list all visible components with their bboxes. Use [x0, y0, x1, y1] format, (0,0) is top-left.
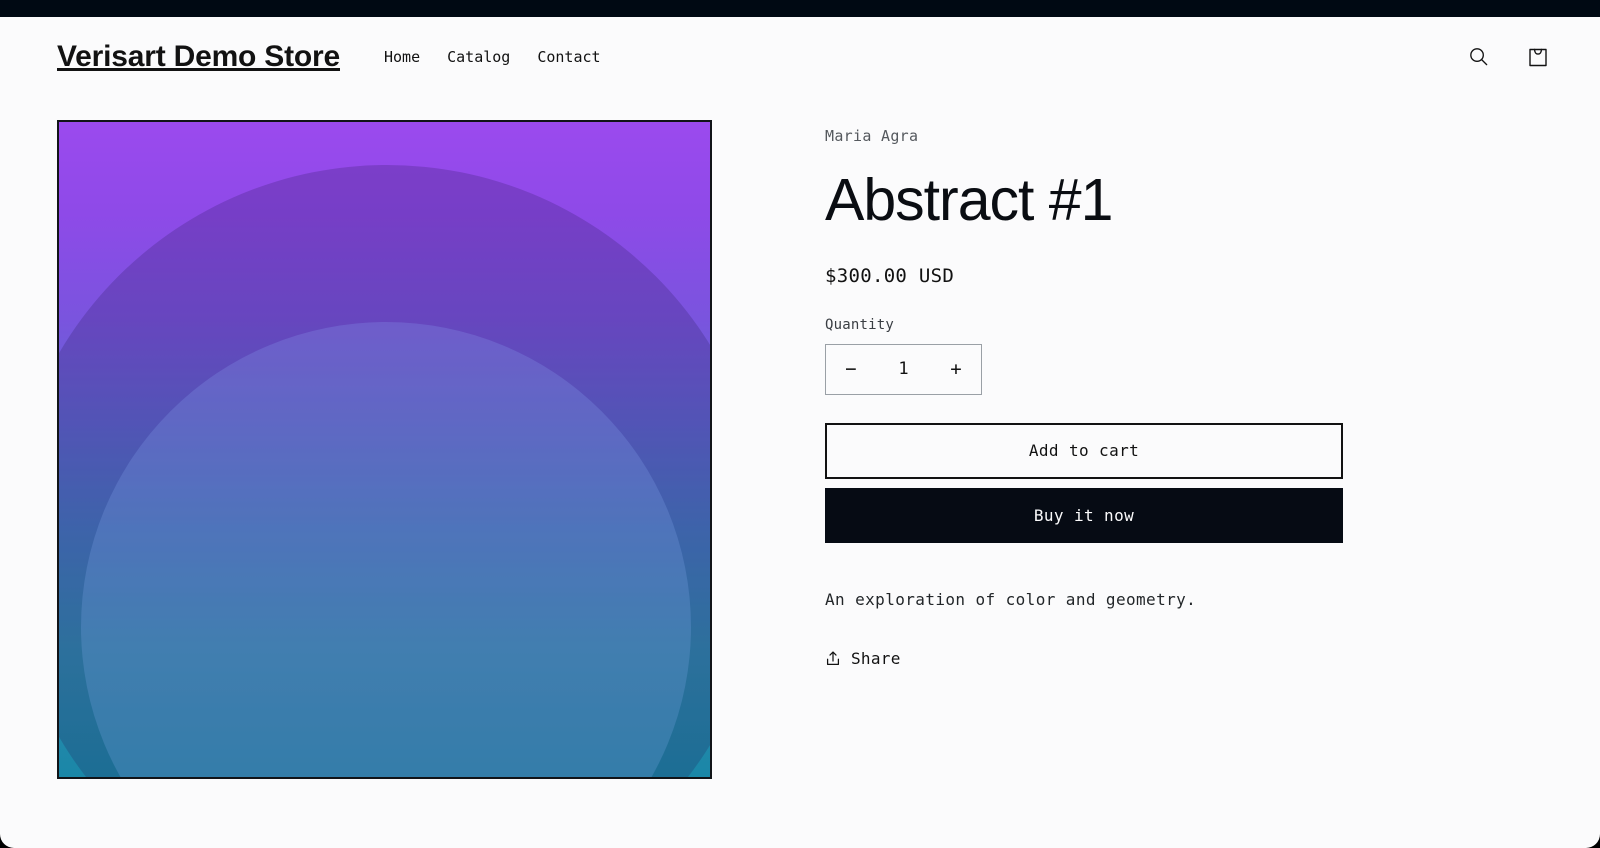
page-surface: Verisart Demo Store Home Catalog Contact: [0, 17, 1600, 848]
nav-link-catalog[interactable]: Catalog: [447, 48, 510, 66]
product-title: Abstract #1: [825, 167, 1113, 233]
buy-it-now-button[interactable]: Buy it now: [825, 487, 1343, 543]
search-button[interactable]: [1460, 39, 1496, 75]
browser-chrome-bar: [0, 0, 1600, 17]
artwork-gradient: [59, 122, 710, 777]
share-icon: [825, 650, 841, 667]
quantity-input[interactable]: 1: [876, 359, 931, 379]
product-description: An exploration of color and geometry.: [825, 589, 1197, 609]
product-vendor: Maria Agra: [825, 127, 919, 145]
header-actions: [1460, 39, 1556, 75]
share-label: Share: [851, 648, 901, 668]
search-icon: [1467, 45, 1490, 68]
main-navigation: Home Catalog Contact: [384, 48, 601, 66]
nav-link-contact[interactable]: Contact: [537, 48, 600, 66]
add-to-cart-button[interactable]: Add to cart: [825, 422, 1343, 479]
product-page: Maria Agra Abstract #1 $300.00 USD Quant…: [0, 96, 1600, 779]
quantity-stepper[interactable]: − 1 +: [825, 343, 982, 395]
cart-button[interactable]: [1520, 39, 1556, 75]
quantity-label: Quantity: [825, 316, 895, 333]
quantity-increase-button[interactable]: +: [931, 345, 981, 394]
quantity-decrease-button[interactable]: −: [826, 345, 876, 394]
cart-icon: [1526, 44, 1550, 69]
quantity-block: Quantity − 1 +: [825, 317, 1600, 395]
product-image[interactable]: [57, 120, 712, 779]
nav-link-home[interactable]: Home: [384, 48, 420, 66]
site-header: Verisart Demo Store Home Catalog Contact: [0, 17, 1600, 96]
store-logo[interactable]: Verisart Demo Store: [57, 40, 340, 74]
product-price: $300.00 USD: [825, 264, 955, 287]
product-info-column: Maria Agra Abstract #1 $300.00 USD Quant…: [712, 120, 1600, 779]
browser-viewport: Verisart Demo Store Home Catalog Contact: [0, 0, 1600, 848]
product-media-column: [57, 120, 712, 779]
share-button[interactable]: Share: [825, 649, 901, 668]
